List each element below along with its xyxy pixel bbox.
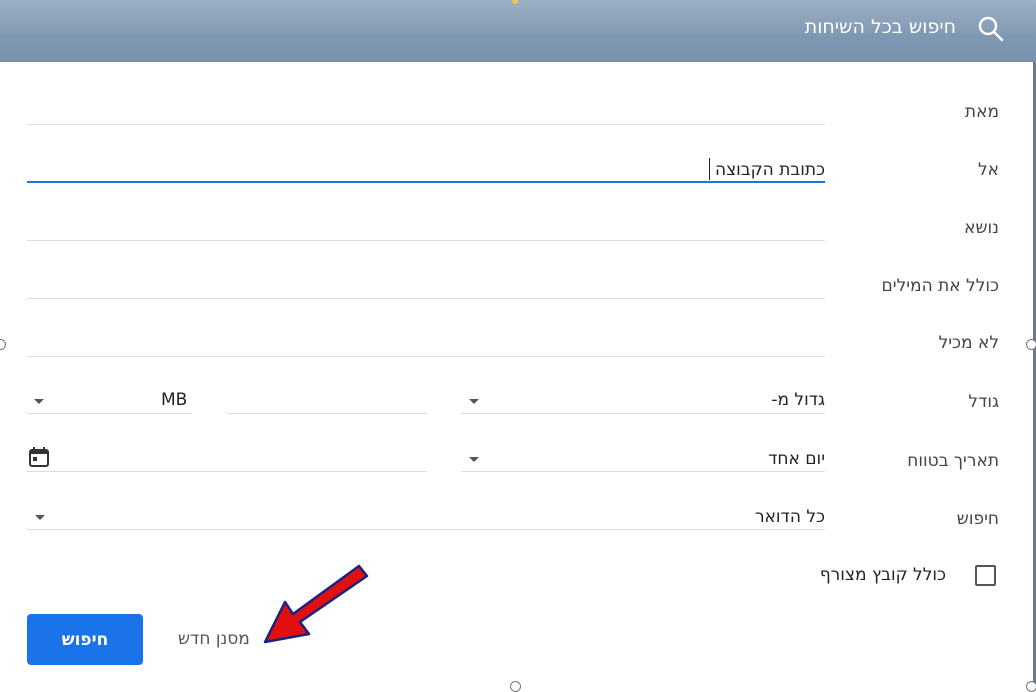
date-range-underline [461,471,825,472]
search-scope-underline [27,529,825,530]
from-label: מאת [964,102,999,122]
from-input[interactable] [27,124,825,125]
search-button[interactable]: חיפוש [27,614,143,665]
annotation-arrow [263,564,369,644]
search-scope-label: חיפוש [956,509,999,529]
calendar-icon[interactable] [28,446,50,468]
date-within-label: תאריך בטווח [907,451,999,471]
has-words-input[interactable] [27,298,825,299]
search-header: חיפוש בכל השיחות [0,0,1036,62]
resize-handle-bottom[interactable] [510,681,521,692]
size-operator-dropdown-icon[interactable] [469,399,479,404]
to-label: אל [977,160,999,180]
to-input[interactable] [27,181,825,183]
size-operator-underline [461,413,825,414]
size-unit-underline [27,413,192,414]
size-unit-select[interactable]: MB [161,390,187,410]
subject-input[interactable] [27,240,825,241]
doesnt-have-input[interactable] [27,356,825,357]
to-input-value[interactable]: כתובת הקבוצה [715,160,825,180]
date-input[interactable] [27,471,427,472]
date-range-dropdown-icon[interactable] [469,457,479,462]
size-operator-select[interactable]: גדול מ- [771,390,825,410]
size-label: גודל [968,392,999,412]
subject-label: נושא [964,218,999,238]
date-range-select[interactable]: יום אחד [768,449,825,469]
search-icon[interactable] [976,14,1006,44]
search-options-panel [0,62,1036,690]
search-scope-select[interactable]: כל הדואר [755,507,825,527]
resize-handle-corner[interactable] [1026,681,1036,692]
search-scope-dropdown-icon[interactable] [35,515,45,520]
has-attachment-checkbox[interactable] [975,565,996,586]
has-attachment-label: כולל קובץ מצורף [819,565,946,585]
create-filter-link[interactable]: מסנן חדש [178,629,250,649]
resize-handle-right[interactable] [1026,339,1036,350]
size-unit-dropdown-icon[interactable] [34,399,44,404]
size-value-input[interactable] [227,413,427,414]
header-notch [512,0,518,4]
doesnt-have-label: לא מכיל [938,333,999,353]
search-title: חיפוש בכל השיחות [804,16,956,38]
has-words-label: כולל את המילים [881,276,1000,296]
text-cursor [709,158,710,180]
